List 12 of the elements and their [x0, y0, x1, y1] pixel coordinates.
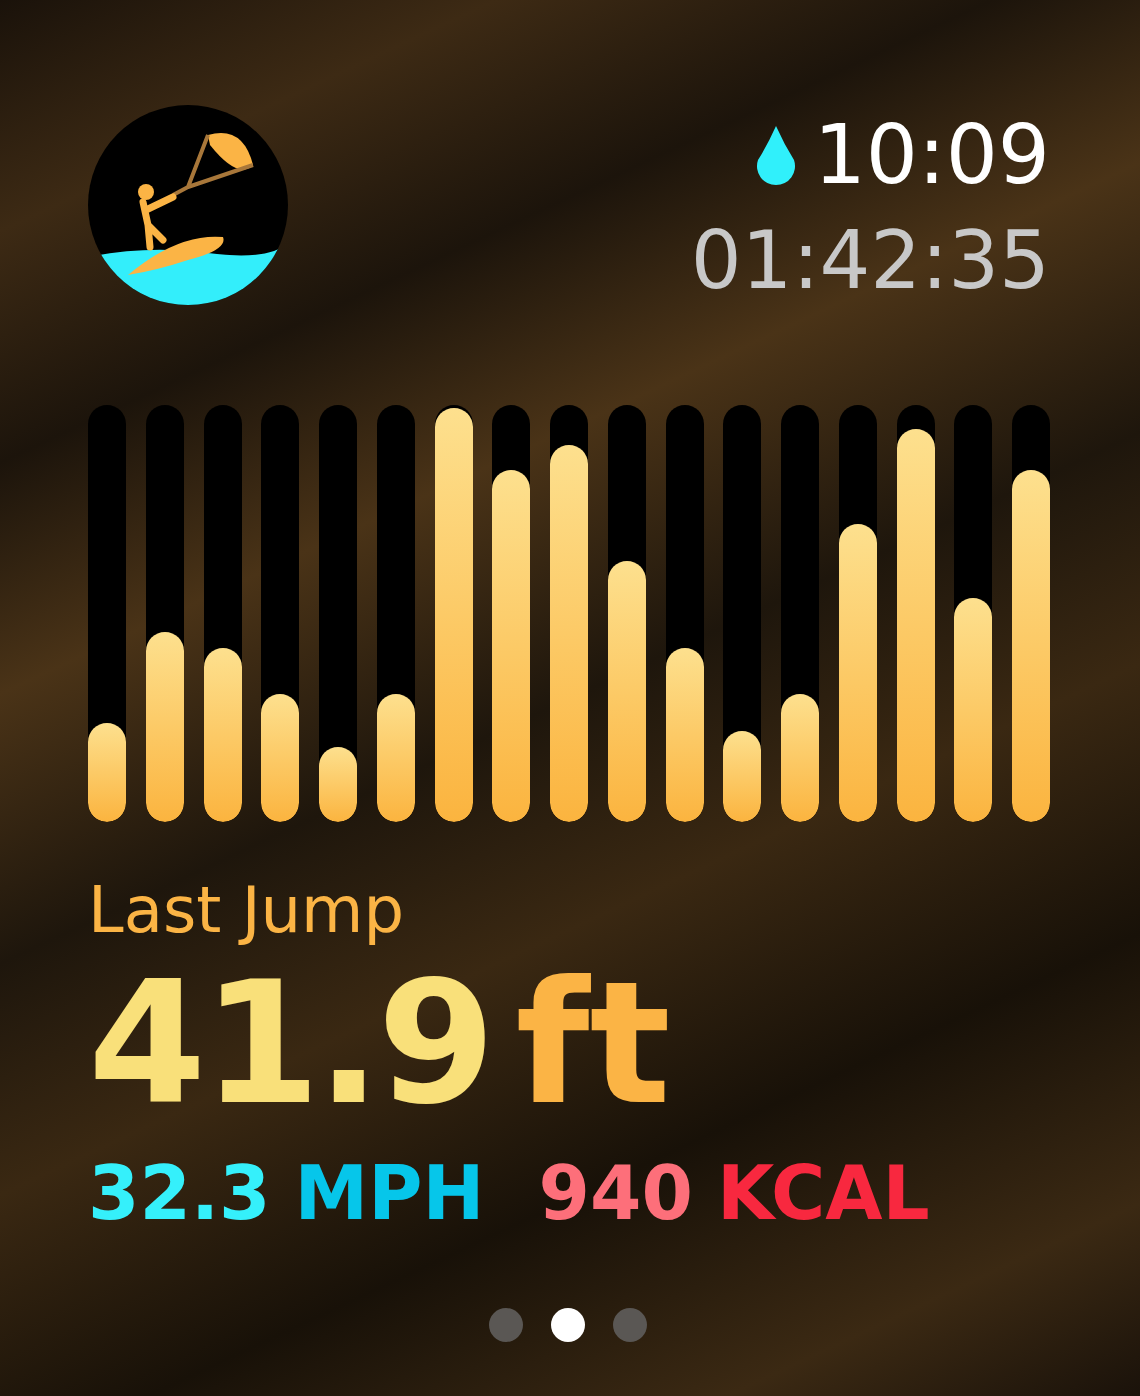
jump-value: 41.9 [88, 958, 492, 1128]
clock-time: 10:09 [813, 109, 1050, 201]
stat-value: 32.3 [88, 1149, 271, 1238]
stat-value: 940 [538, 1149, 693, 1238]
page-dot[interactable] [613, 1308, 647, 1342]
metric-label: Last Jump [88, 872, 406, 948]
elapsed-time: 01:42:35 [690, 213, 1050, 309]
stat-unit: KCAL [716, 1149, 930, 1238]
page-dot[interactable] [551, 1308, 585, 1342]
jump-unit: ft [515, 958, 671, 1128]
stat-unit: MPH [294, 1149, 485, 1238]
page-dot[interactable] [489, 1308, 523, 1342]
